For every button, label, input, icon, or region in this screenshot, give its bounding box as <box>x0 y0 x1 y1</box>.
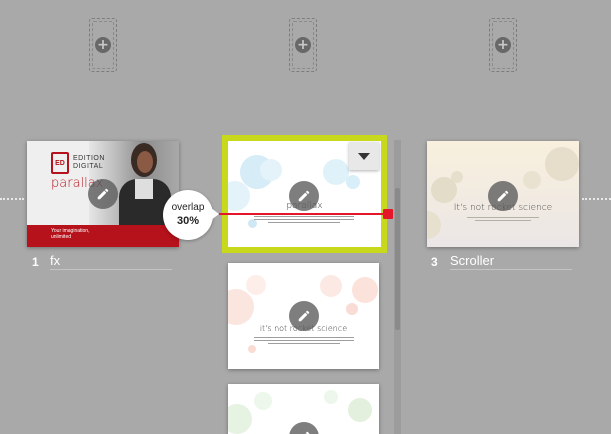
bubble <box>254 392 272 410</box>
plus-icon[interactable]: + <box>95 37 111 53</box>
slide-thumbnail-1[interactable]: ED EDITION DIGITAL parallax Your imagina… <box>27 141 179 247</box>
bubble <box>346 175 360 189</box>
brand-text: EDITION DIGITAL <box>73 155 105 171</box>
slide-thumbnail-3[interactable]: It's not rocket science <box>427 141 579 247</box>
slide-name-underline <box>50 269 172 270</box>
add-slot-2[interactable]: + <box>289 18 317 72</box>
person-face <box>137 151 153 173</box>
overlap-handle[interactable] <box>383 209 393 219</box>
edit-slide-button[interactable] <box>289 301 319 331</box>
edition-digital-logo: ED <box>51 152 69 174</box>
tagline: Your imagination, unlimited <box>51 228 89 240</box>
pencil-icon <box>298 310 310 322</box>
edit-slide-button[interactable] <box>289 181 319 211</box>
brand-line-1: EDITION <box>73 155 105 162</box>
pencil-icon <box>304 431 310 434</box>
plus-icon[interactable]: + <box>495 37 511 53</box>
slide-thumbnail-2[interactable]: parallax <box>228 141 381 247</box>
text-line <box>268 343 340 344</box>
plus-icon[interactable]: + <box>295 37 311 53</box>
text-line <box>254 337 354 338</box>
caret-down-icon <box>358 152 370 160</box>
bubble <box>228 404 252 434</box>
text-line <box>475 220 531 221</box>
bubble <box>324 390 338 404</box>
edit-slide-button[interactable] <box>88 179 118 209</box>
slide-red-band: Your imagination, unlimited <box>27 225 179 247</box>
brand-line-2: DIGITAL <box>73 163 104 170</box>
edit-slide-button[interactable] <box>289 422 319 434</box>
timeline-connector-left <box>0 198 24 200</box>
substack-slide-1[interactable]: it's not rocket science <box>228 263 379 369</box>
text-line <box>467 217 539 218</box>
overlap-value: 30% <box>176 215 200 227</box>
text-line <box>268 222 340 223</box>
pencil-icon <box>298 190 310 202</box>
text-line <box>254 216 354 217</box>
edit-slide-button[interactable] <box>488 181 518 211</box>
text-line <box>254 219 354 220</box>
text-line <box>254 340 354 341</box>
bubble <box>352 277 378 303</box>
bubble <box>320 275 342 297</box>
overlap-badge-pointer <box>211 208 219 220</box>
bubble <box>545 147 579 181</box>
slide-name[interactable]: fx <box>50 253 60 268</box>
bubble <box>246 275 266 295</box>
vertical-scrollbar-thumb[interactable] <box>395 188 400 330</box>
pencil-icon <box>497 190 509 202</box>
add-slot-1[interactable]: + <box>89 18 117 72</box>
bubble <box>348 398 372 422</box>
timeline-connector-right <box>582 198 611 200</box>
slide-name[interactable]: Scroller <box>450 253 494 268</box>
logo-letters: ED <box>55 159 65 167</box>
bubble <box>523 171 541 189</box>
bubble <box>451 171 463 183</box>
overlap-label: overlap <box>171 202 205 213</box>
pencil-icon <box>97 188 109 200</box>
slide-number: 3 <box>431 255 438 269</box>
slide-options-dropdown[interactable] <box>349 142 379 170</box>
bubble <box>248 219 257 228</box>
tagline-line-2: unlimited <box>51 234 72 240</box>
slide-name-underline <box>450 269 572 270</box>
bubble <box>228 289 254 325</box>
add-slot-3[interactable]: + <box>489 18 517 72</box>
overlap-badge: overlap 30% <box>163 190 213 240</box>
overlap-line <box>219 213 387 215</box>
bubble <box>346 303 358 315</box>
bubble <box>248 345 256 353</box>
bubble <box>260 159 282 181</box>
bubble <box>427 211 441 239</box>
slide-number: 1 <box>32 255 39 269</box>
substack-slide-2[interactable] <box>228 384 379 434</box>
